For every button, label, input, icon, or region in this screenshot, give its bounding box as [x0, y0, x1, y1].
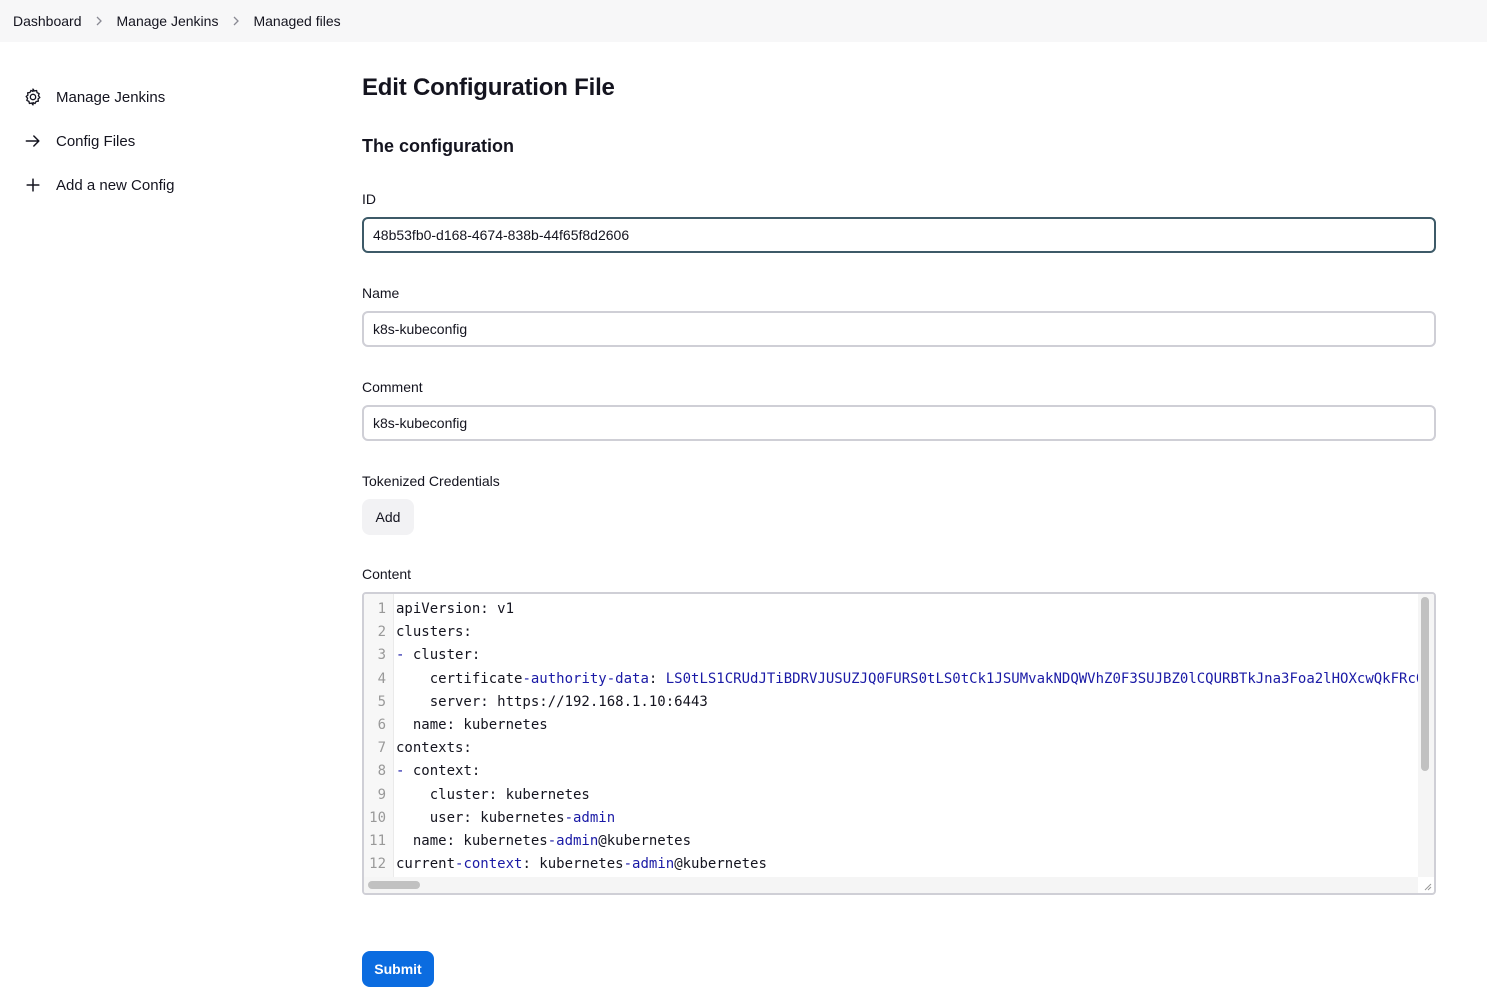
breadcrumb-dashboard[interactable]: Dashboard: [13, 13, 82, 29]
line-text: user: kubernetes-admin: [392, 807, 615, 830]
id-label: ID: [362, 191, 376, 207]
code-line: 11 name: kubernetes-admin@kubernetes: [364, 830, 1418, 853]
line-text: certificate-authority-data: LS0tLS1CRUdJ…: [392, 668, 1418, 691]
vertical-scrollbar[interactable]: [1418, 594, 1434, 877]
line-text: cluster: kubernetes: [392, 784, 590, 807]
code-token: cluster:: [404, 647, 481, 664]
code-line: 12 current-context: kubernetes-admin@kube…: [364, 853, 1418, 876]
section-title: The configuration: [362, 136, 514, 156]
horizontal-scrollbar[interactable]: [364, 877, 1418, 893]
code-token: @kubernetes: [598, 832, 692, 849]
code-token: context:: [404, 763, 481, 780]
code-token: -admin: [547, 832, 599, 849]
breadcrumb: Dashboard Manage Jenkins Managed files: [0, 0, 1487, 42]
line-number: 11: [369, 832, 386, 849]
code-token: user: kubernetes: [396, 809, 565, 826]
line-number: 2: [377, 624, 386, 641]
code-line: 6 name: kubernetes: [364, 714, 1418, 737]
line-number: 3: [377, 647, 386, 664]
code-line: 3 - cluster:: [364, 644, 1418, 667]
content-editor[interactable]: 1 apiVersion: v1 2 clusters: 3- cluster: 4 ce…: [362, 592, 1436, 895]
code-token: server: https://192.168.1.10:6443: [396, 693, 708, 710]
code-token: @kubernetes: [674, 856, 767, 873]
main-content: Edit Configuration File The configuratio…: [362, 70, 1436, 987]
page-title: Edit Configuration File: [362, 74, 615, 101]
line-number: 4: [377, 670, 386, 687]
line-text: - cluster:: [392, 644, 480, 667]
code-token: contexts:: [396, 740, 472, 757]
line-text: name: kubernetes: [392, 714, 548, 737]
code-line: 5 server: https://192.168.1.10:6443: [364, 691, 1418, 714]
content-label: Content: [362, 566, 412, 582]
line-number: 6: [377, 716, 386, 733]
code-token: name: kubernetes: [396, 832, 548, 849]
code-line: 10 user: kubernetes-admin: [364, 807, 1418, 830]
code-token: certificate: [396, 670, 523, 687]
resize-handle-icon[interactable]: [1422, 881, 1432, 891]
line-number: 1: [377, 601, 386, 617]
code-token: -authority-data: [522, 670, 649, 687]
name-label: Name: [362, 285, 400, 301]
code-token: -admin: [623, 856, 675, 873]
add-credential-button[interactable]: Add: [362, 499, 414, 535]
code-line: 9 cluster: kubernetes: [364, 784, 1418, 807]
comment-label: Comment: [362, 379, 423, 395]
code-line: 8 - context:: [364, 760, 1418, 783]
name-input[interactable]: [362, 311, 1436, 347]
code-line: 4 certificate-authority-data: LS0tLS1CRU…: [364, 668, 1418, 691]
line-number: 7: [377, 740, 386, 757]
sidebar-item-label: Config Files: [56, 132, 136, 150]
sidebar-item-config-files[interactable]: Config Files: [22, 119, 322, 163]
code-token: name: kubernetes: [396, 716, 548, 733]
sidebar: Manage Jenkins Config Files Add a new Co…: [22, 75, 322, 207]
sidebar-item-label: Manage Jenkins: [56, 88, 166, 106]
code-token: -context: [455, 856, 523, 873]
code-token: current: [396, 856, 456, 873]
sidebar-item-label: Add a new Config: [56, 176, 175, 194]
code-token: : kubernetes: [522, 856, 624, 873]
code-token: clusters:: [396, 624, 472, 641]
chevron-right-icon: [82, 16, 117, 26]
comment-input[interactable]: [362, 405, 1436, 441]
breadcrumb-manage-jenkins[interactable]: Manage Jenkins: [117, 13, 219, 29]
line-text: clusters:: [392, 621, 472, 644]
code-token: LS0tLS1CRUdJTiBDRVJUSUZJQ0FURS0tLS0tCk1J…: [665, 670, 1418, 687]
code-area[interactable]: 1 apiVersion: v1 2 clusters: 3- cluster: 4 ce…: [364, 594, 1418, 877]
code-line: 2 clusters:: [364, 621, 1418, 644]
gear-icon: [22, 86, 44, 108]
chevron-right-icon: [218, 16, 253, 26]
line-text: server: https://192.168.1.10:6443: [392, 691, 708, 714]
code-token: -admin: [564, 809, 616, 826]
plus-icon: [22, 174, 44, 196]
breadcrumb-managed-files[interactable]: Managed files: [253, 13, 340, 29]
line-text: current-context: kubernetes-admin@kubern…: [392, 853, 767, 876]
line-text: name: kubernetes-admin@kubernetes: [392, 830, 691, 853]
code-line: 7 contexts:: [364, 737, 1418, 760]
line-number: 12: [369, 856, 386, 873]
arrow-right-icon: [22, 130, 44, 152]
line-text: contexts:: [392, 737, 472, 760]
line-text: - context:: [392, 760, 480, 783]
submit-button[interactable]: Submit: [362, 951, 434, 987]
sidebar-item-manage-jenkins[interactable]: Manage Jenkins: [22, 75, 322, 119]
code-token: :: [648, 670, 666, 687]
tokenized-credentials-label: Tokenized Credentials: [362, 473, 500, 489]
id-input[interactable]: [362, 217, 1436, 253]
sidebar-item-add-new-config[interactable]: Add a new Config: [22, 163, 322, 207]
line-number: 9: [377, 786, 386, 803]
line-number: 10: [369, 809, 386, 826]
code-token: cluster: kubernetes: [396, 786, 590, 803]
code-token: apiVersion: v1: [396, 601, 515, 617]
line-number: 8: [377, 763, 386, 780]
line-text: apiVersion: v1: [392, 598, 514, 621]
code-line: 1 apiVersion: v1: [364, 598, 1418, 621]
line-number: 5: [377, 693, 386, 710]
